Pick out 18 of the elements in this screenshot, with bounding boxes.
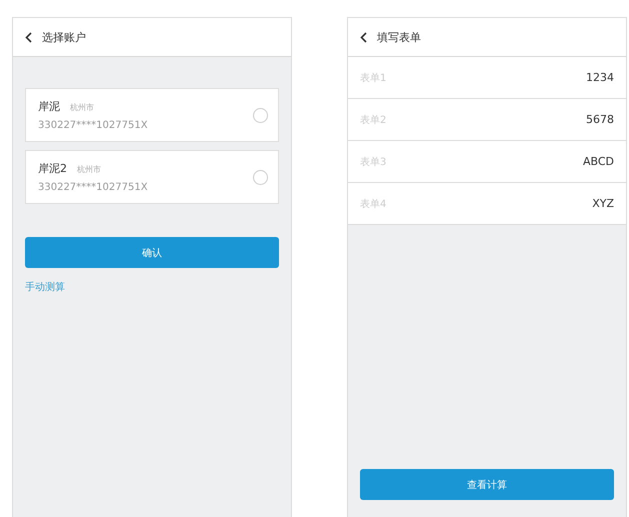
radio-button[interactable] bbox=[253, 108, 268, 122]
account-card[interactable]: 岸泥 杭州市 330227****1027751X bbox=[25, 88, 279, 142]
id-number: 330227****1027751X bbox=[38, 120, 148, 131]
field-value: 1234 bbox=[586, 71, 614, 84]
back-icon[interactable] bbox=[25, 32, 32, 42]
id-number: 330227****1027751X bbox=[38, 182, 148, 193]
account-name: 岸泥2 bbox=[38, 161, 67, 176]
account-name: 岸泥 bbox=[38, 99, 60, 114]
field-value: 5678 bbox=[586, 113, 614, 126]
field-value: XYZ bbox=[592, 197, 614, 210]
back-icon[interactable] bbox=[360, 32, 367, 42]
account-city: 杭州市 bbox=[77, 164, 101, 175]
page-title: 选择账户 bbox=[42, 30, 86, 44]
account-city: 杭州市 bbox=[70, 102, 94, 113]
field-value: ABCD bbox=[582, 155, 614, 168]
page-title: 填写表单 bbox=[377, 30, 421, 44]
account-card[interactable]: 岸泥2 杭州市 330227****1027751X bbox=[25, 150, 279, 204]
radio-button[interactable] bbox=[253, 170, 268, 184]
